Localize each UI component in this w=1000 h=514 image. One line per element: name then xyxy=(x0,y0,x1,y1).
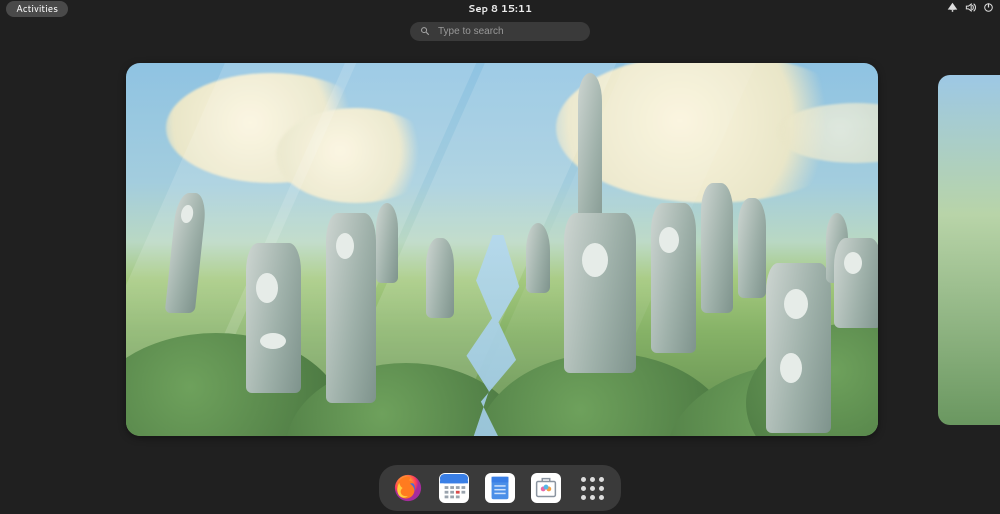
workspace-thumbnail-current[interactable] xyxy=(126,63,878,436)
top-bar: Activities Sep 8 15:11 xyxy=(0,0,1000,18)
volume-icon xyxy=(965,1,976,17)
activities-button[interactable]: Activities xyxy=(6,1,68,17)
search-input[interactable] xyxy=(438,26,580,37)
power-icon xyxy=(983,1,994,17)
workspace-thumbnail-next[interactable] xyxy=(938,75,1000,425)
files-icon xyxy=(485,473,515,503)
network-icon xyxy=(947,1,958,17)
desktop-wallpaper xyxy=(126,63,878,436)
dash-app-firefox[interactable] xyxy=(393,473,423,503)
dash-app-files[interactable] xyxy=(485,473,515,503)
dash-app-calendar[interactable] xyxy=(439,473,469,503)
calendar-icon xyxy=(439,473,469,503)
show-applications-button[interactable] xyxy=(577,473,607,503)
firefox-icon xyxy=(394,474,422,502)
search-icon xyxy=(420,24,430,40)
software-icon xyxy=(531,473,561,503)
system-status-area[interactable] xyxy=(947,1,994,17)
dash-app-software[interactable] xyxy=(531,473,561,503)
clock[interactable]: Sep 8 15:11 xyxy=(468,2,532,16)
overview-search[interactable] xyxy=(410,22,590,41)
dash xyxy=(379,465,621,511)
